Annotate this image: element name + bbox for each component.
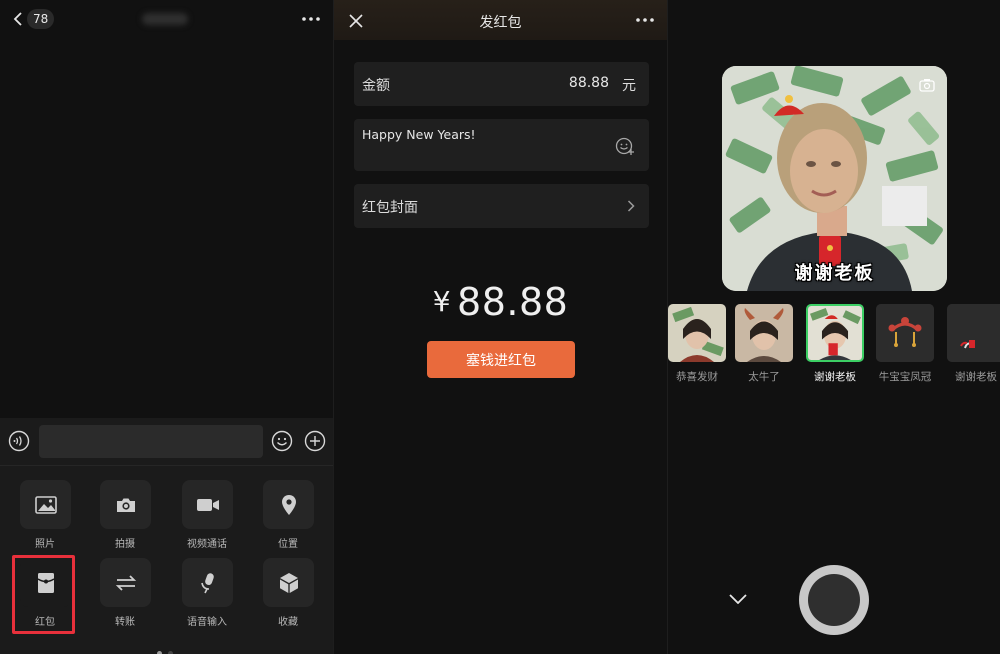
unread-count-badge[interactable]: 78 — [27, 9, 55, 29]
red-packet-cover-row[interactable]: 红包封面 — [354, 184, 649, 228]
greeting-field[interactable]: Happy New Years! — [354, 119, 649, 171]
send-red-packet-button[interactable]: 塞钱进红包 — [427, 341, 575, 378]
grid-item-label: 语音输入 — [187, 617, 227, 628]
grid-tile[interactable] — [100, 480, 151, 529]
location-icon — [281, 494, 296, 515]
effect-thumb-image — [735, 304, 793, 362]
emoji-icon[interactable] — [271, 430, 293, 452]
amount-value[interactable]: 88.88 — [569, 75, 609, 91]
grid-item-label: 拍摄 — [115, 539, 135, 550]
grid-item-favorites[interactable]: 收藏 — [253, 554, 323, 628]
chat-panel: 78 照片 拍摄 视频通话 位置 红包 转账 语音输入 收藏 — [0, 0, 333, 654]
chat-top-bar: 78 — [0, 0, 333, 40]
effect-thumb-1[interactable] — [735, 304, 793, 362]
flip-camera-icon[interactable] — [919, 78, 935, 92]
cover-label: 红包封面 — [362, 200, 418, 216]
more-options-icon[interactable] — [634, 15, 656, 25]
preview-caption: 谢谢老板 — [794, 263, 875, 284]
favorites-icon — [279, 572, 298, 593]
grid-item-label: 视频通话 — [187, 539, 227, 550]
grid-item-location[interactable]: 位置 — [253, 476, 323, 550]
effect-label-selected: 谢谢老板 — [814, 371, 856, 383]
preview-image — [722, 66, 947, 291]
total-amount: 88.88 — [457, 280, 569, 324]
voice-icon[interactable] — [8, 430, 30, 452]
video-call-icon — [196, 498, 219, 511]
effect-thumb-image — [947, 304, 1000, 362]
photo-icon — [34, 495, 57, 514]
message-input[interactable] — [39, 425, 263, 458]
effect-thumb-2-selected[interactable] — [806, 304, 864, 362]
grid-item-label: 位置 — [278, 539, 298, 550]
effect-label: 太牛了 — [748, 371, 780, 383]
shutter-button[interactable] — [799, 565, 869, 635]
amount-field[interactable]: 金额 88.88 元 — [354, 62, 649, 106]
grid-item-label: 照片 — [35, 539, 55, 550]
camera-preview: 谢谢老板 — [722, 66, 947, 291]
effect-thumb-image — [808, 306, 862, 360]
currency-symbol: ¥ — [432, 285, 452, 318]
grid-tile[interactable] — [263, 558, 314, 607]
emoji-add-icon[interactable] — [615, 136, 635, 156]
chat-title-blurred — [142, 13, 188, 25]
more-options-icon[interactable] — [300, 11, 322, 27]
effect-thumb-4[interactable] — [947, 304, 1000, 362]
chat-input-bar — [0, 418, 333, 466]
page-title: 发红包 — [479, 15, 522, 31]
grid-tile[interactable] — [263, 480, 314, 529]
amount-label: 金额 — [362, 78, 390, 94]
grid-item-camera[interactable]: 拍摄 — [90, 476, 160, 550]
camera-icon — [116, 498, 135, 512]
effect-label: 谢谢老板 — [955, 371, 997, 383]
red-packet-header: 发红包 — [334, 0, 667, 40]
greeting-text[interactable]: Happy New Years! — [362, 127, 476, 142]
effect-selector: 恭喜发财 太牛了 谢谢老板 牛宝宝凤冠 谢谢老板 — [668, 304, 1000, 394]
chevron-right-icon — [627, 200, 635, 212]
grid-tile[interactable] — [20, 480, 71, 529]
effect-thumb-0[interactable] — [668, 304, 726, 362]
grid-item-photo[interactable]: 照片 — [10, 476, 80, 550]
effect-thumb-image — [876, 304, 934, 362]
back-chevron-icon[interactable] — [12, 11, 24, 27]
grid-tile[interactable] — [182, 558, 233, 607]
grid-item-label: 收藏 — [278, 617, 298, 628]
total-amount-display: ¥88.88 — [334, 280, 667, 324]
highlight-box — [12, 555, 75, 634]
plus-icon[interactable] — [304, 430, 326, 452]
chevron-down-icon[interactable] — [729, 594, 747, 604]
amount-unit: 元 — [622, 78, 636, 94]
page-indicator — [157, 641, 179, 654]
shutter-inner[interactable] — [808, 574, 860, 626]
grid-tile[interactable] — [100, 558, 151, 607]
effect-thumb-image — [668, 304, 726, 362]
grid-item-transfer[interactable]: 转账 — [90, 554, 160, 628]
effect-label: 牛宝宝凤冠 — [878, 371, 932, 383]
grid-item-label: 转账 — [115, 617, 135, 628]
effect-thumb-3[interactable] — [876, 304, 934, 362]
transfer-icon — [115, 574, 136, 591]
microphone-icon — [200, 572, 214, 593]
send-red-packet-panel: 发红包 金额 88.88 元 Happy New Years! 红包封面 ¥88… — [333, 0, 667, 654]
grid-item-voice-input[interactable]: 语音输入 — [172, 554, 242, 628]
cover-camera-panel: 谢谢老板 恭喜发财 太牛了 谢谢老板 牛宝宝凤冠 谢谢老板 — [667, 0, 1000, 654]
grid-item-video-call[interactable]: 视频通话 — [172, 476, 242, 550]
grid-tile[interactable] — [182, 480, 233, 529]
